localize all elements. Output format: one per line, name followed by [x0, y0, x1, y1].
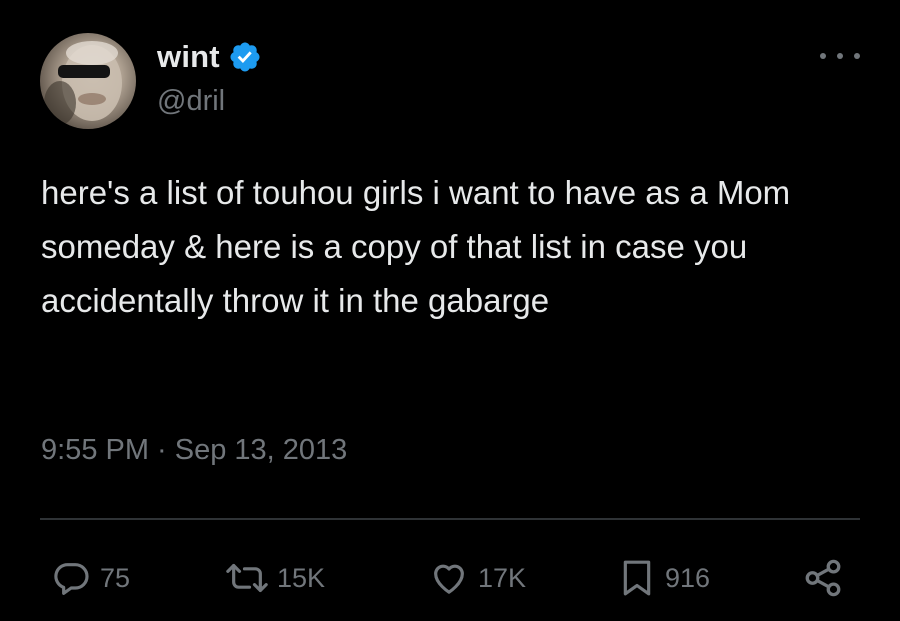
retweet-count: 15K — [277, 562, 326, 593]
divider — [40, 518, 860, 520]
like-count: 17K — [478, 562, 527, 593]
verified-badge-icon[interactable] — [228, 40, 262, 74]
like-button[interactable]: 17K — [428, 556, 526, 600]
tweet-card: wint @dril here's a list of touhou girls… — [0, 0, 900, 621]
tweet-text: here's a list of touhou girls i want to … — [41, 174, 800, 319]
author-handle[interactable]: @dril — [157, 85, 225, 118]
share-button[interactable] — [802, 556, 844, 600]
tweet-timestamp[interactable]: 9:55 PM · Sep 13, 2013 — [41, 434, 347, 467]
more-options-icon[interactable] — [820, 44, 860, 68]
share-icon — [805, 559, 841, 597]
reply-button[interactable]: 75 — [52, 556, 130, 600]
avatar-image — [44, 41, 122, 125]
action-bar: 75 15K 17K 916 — [0, 556, 900, 600]
retweet-button[interactable]: 15K — [225, 556, 325, 600]
bookmark-button[interactable]: 916 — [617, 556, 710, 600]
author-name-row: wint — [157, 37, 262, 77]
display-name[interactable]: wint — [157, 39, 220, 75]
heart-icon — [434, 564, 464, 594]
bookmark-count: 916 — [665, 562, 711, 593]
reply-count: 75 — [100, 562, 131, 593]
retweet-icon — [226, 563, 268, 593]
avatar[interactable] — [40, 33, 136, 129]
bookmark-icon — [623, 560, 651, 596]
reply-icon — [54, 563, 89, 595]
